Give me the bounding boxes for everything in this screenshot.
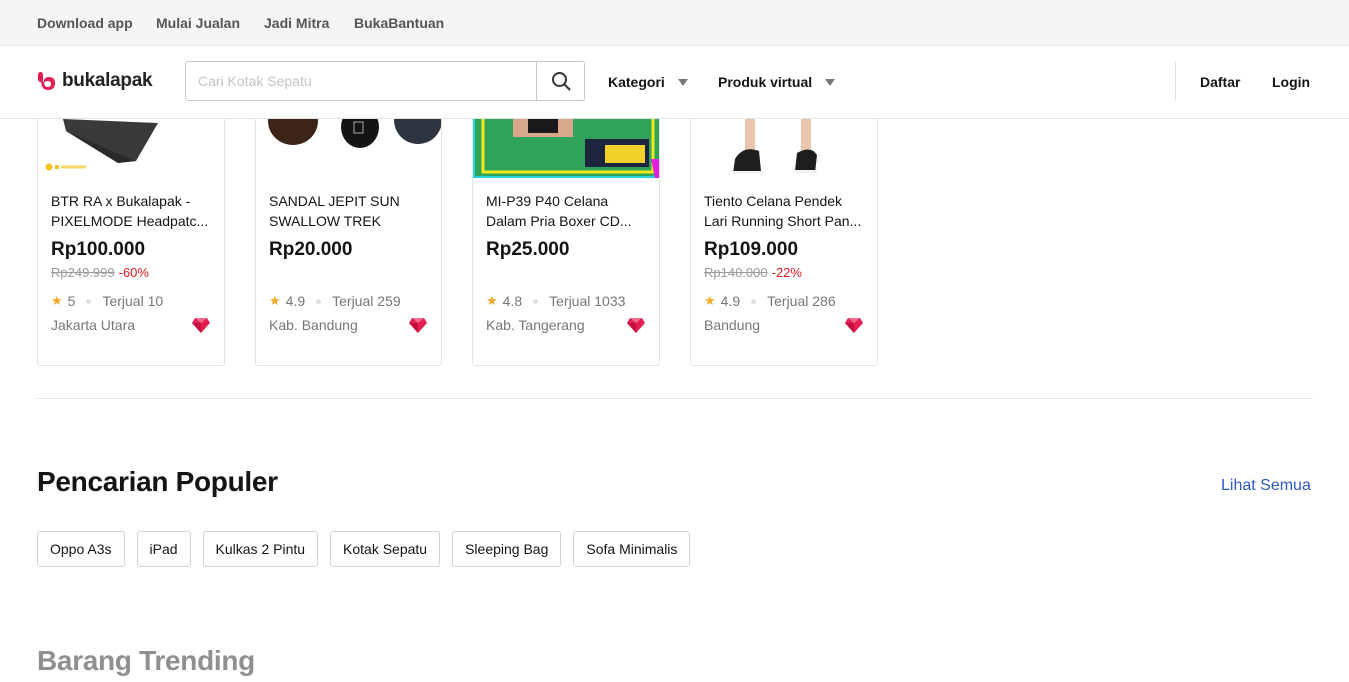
kategori-label: Kategori [608, 74, 665, 90]
product-price: Rp109.000 [704, 239, 799, 260]
product-title[interactable]: SANDAL JEPIT SUN SWALLOW TREK [269, 191, 431, 231]
search-chip-sleeping-bag[interactable]: Sleeping Bag [452, 531, 562, 567]
see-all-link[interactable]: Lihat Semua [1221, 477, 1311, 495]
product-title[interactable]: Tiento Celana Pendek Lari Running Short … [704, 191, 866, 231]
search-chip-kulkas-2-pintu[interactable]: Kulkas 2 Pintu [202, 531, 319, 567]
product-price: Rp20.000 [269, 239, 353, 260]
product-title[interactable]: MI-P39 P40 Celana Dalam Pria Boxer CD... [486, 191, 648, 231]
product-old-price-row: Rp249.999 -60% [51, 265, 149, 280]
original-price: Rp140.000 [704, 265, 768, 280]
product-location: Kab. Tangerang [486, 317, 585, 333]
logo-text: bukalapak [62, 70, 153, 91]
bukabantuan-link[interactable]: BukaBantuan [354, 15, 444, 31]
search-chip-sofa-minimalis[interactable]: Sofa Minimalis [573, 531, 691, 567]
search-chip-kotak-sepatu[interactable]: Kotak Sepatu [330, 531, 441, 567]
discount-badge: -22% [771, 265, 802, 280]
super-seller-badge-icon [192, 318, 210, 333]
product-sold: Terjual 1033 [549, 293, 626, 309]
bukalapak-logo[interactable]: bukalapak [37, 69, 153, 93]
product-rating-row: ★ 5 Terjual 10 [51, 293, 163, 309]
chevron-down-icon [825, 78, 836, 86]
trending-title: Barang Trending [37, 645, 255, 676]
search-button[interactable] [536, 62, 584, 100]
jadi-mitra-link[interactable]: Jadi Mitra [264, 15, 329, 31]
product-rating-row: ★ 4.9 Terjual 286 [704, 293, 836, 309]
header-divider [1175, 62, 1176, 101]
product-location: Jakarta Utara [51, 317, 136, 333]
discount-badge: -60% [118, 265, 149, 280]
super-seller-badge-icon [627, 318, 645, 333]
separator-dot [316, 298, 322, 304]
product-rating-row: ★ 4.9 Terjual 259 [269, 293, 401, 309]
star-icon: ★ [269, 293, 281, 308]
super-seller-badge-icon [409, 318, 427, 333]
product-old-price-row: Rp140.000 -22% [704, 265, 802, 280]
register-button[interactable]: Daftar [1200, 74, 1240, 90]
original-price: Rp249.999 [51, 265, 115, 280]
product-card[interactable]: Tiento Celana Pendek Lari Running Short … [690, 100, 878, 366]
product-rating: 4.9 [720, 293, 741, 309]
star-icon: ★ [704, 293, 716, 308]
product-rating-row: ★ 4.8 Terjual 1033 [486, 293, 625, 309]
separator-dot [533, 298, 539, 304]
product-rating: 4.8 [502, 293, 523, 309]
utility-bar: Download app Mulai Jualan Jadi Mitra Buk… [0, 0, 1349, 46]
kategori-menu[interactable]: Kategori [608, 74, 688, 90]
search-icon [551, 72, 570, 91]
mulai-jualan-link[interactable]: Mulai Jualan [156, 15, 240, 31]
main-header: bukalapak Kategori Produk virtual Daftar… [0, 46, 1349, 119]
product-sold: Terjual 10 [102, 293, 164, 309]
download-app-link[interactable]: Download app [37, 15, 133, 31]
product-sold: Terjual 286 [767, 293, 836, 309]
product-rating: 4.9 [285, 293, 306, 309]
search-chip-oppo-a3s[interactable]: Oppo A3s [37, 531, 125, 567]
product-card[interactable]: BTR RA x Bukalapak - PIXELMODE Headpatc.… [37, 100, 225, 366]
separator-dot [86, 298, 92, 304]
separator-dot [751, 298, 757, 304]
section-divider [37, 398, 1313, 399]
product-card[interactable]: MI-P39 P40 Celana Dalam Pria Boxer CD...… [472, 100, 660, 366]
product-title[interactable]: BTR RA x Bukalapak - PIXELMODE Headpatc.… [51, 191, 213, 231]
product-location: Bandung [704, 317, 761, 333]
popular-search-chips: Oppo A3s iPad Kulkas 2 Pintu Kotak Sepat… [37, 531, 691, 567]
product-price: Rp100.000 [51, 239, 146, 260]
product-price: Rp25.000 [486, 239, 570, 260]
search-input[interactable] [186, 62, 536, 100]
search-chip-ipad[interactable]: iPad [136, 531, 191, 567]
super-seller-badge-icon [845, 318, 863, 333]
popular-search-title: Pencarian Populer [37, 466, 278, 497]
product-sold: Terjual 259 [332, 293, 401, 309]
search-box [185, 61, 585, 101]
produk-virtual-menu[interactable]: Produk virtual [718, 74, 836, 90]
produk-virtual-label: Produk virtual [718, 74, 813, 90]
login-button[interactable]: Login [1272, 74, 1310, 90]
bukalapak-logo-icon [38, 72, 55, 90]
product-rating: 5 [67, 293, 76, 309]
star-icon: ★ [51, 293, 63, 308]
product-card[interactable]: SANDAL JEPIT SUN SWALLOW TREK Rp20.000 ★… [255, 100, 442, 366]
chevron-down-icon [677, 78, 688, 86]
star-icon: ★ [486, 293, 498, 308]
product-location: Kab. Bandung [269, 317, 358, 333]
